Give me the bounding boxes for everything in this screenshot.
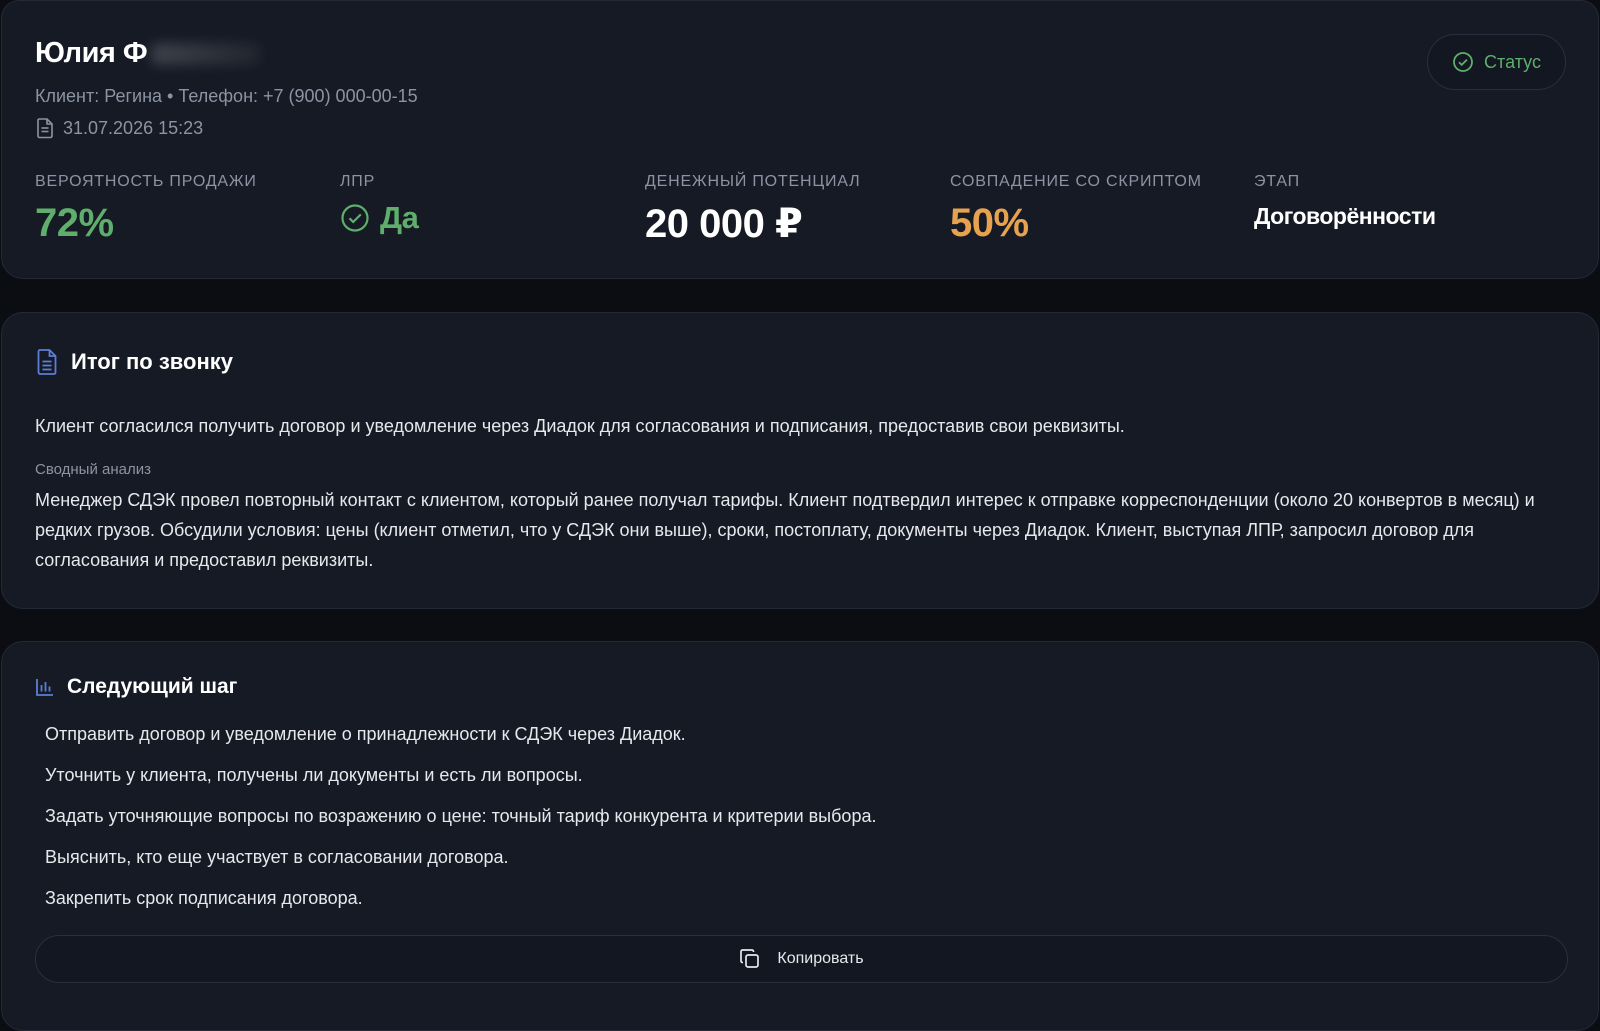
metric-lpr: ЛПР Да bbox=[340, 173, 419, 236]
list-item: Отправить договор и уведомление о принад… bbox=[45, 724, 686, 744]
metric-lpr-value: Да bbox=[340, 200, 419, 236]
redacted-surname bbox=[151, 43, 262, 66]
document-icon bbox=[35, 348, 59, 376]
call-datetime: 31.07.2026 15:23 bbox=[35, 117, 203, 139]
analysis-text: Менеджер СДЭК провел повторный контакт с… bbox=[35, 490, 1535, 570]
copy-button-label: Копировать bbox=[777, 950, 864, 967]
summary-title-text: Итог по звонку bbox=[71, 349, 233, 374]
next-step-card: Следующий шаг Отправить договор и уведом… bbox=[1, 641, 1599, 1031]
check-circle-icon bbox=[1452, 51, 1474, 73]
client-meta: Клиент: Регина • Телефон: +7 (900) 000-0… bbox=[35, 86, 418, 106]
list-item: Задать уточняющие вопросы по возражению … bbox=[45, 806, 877, 826]
call-summary-card: Итог по звонку Клиент согласился получит… bbox=[1, 312, 1599, 609]
next-step-title-text: Следующий шаг bbox=[67, 675, 238, 698]
list-item: Закрепить срок подписания договора. bbox=[45, 888, 363, 908]
metric-probability: Вероятность продажи 72% bbox=[35, 173, 257, 246]
metric-script-match-value: 50% bbox=[950, 201, 1029, 245]
metric-stage-label: Этап bbox=[1254, 173, 1300, 190]
metric-lpr-text: Да bbox=[380, 200, 419, 235]
check-circle-icon bbox=[340, 203, 370, 233]
metric-lpr-label: ЛПР bbox=[340, 173, 376, 190]
client-name: Юлия Ф bbox=[35, 37, 262, 70]
bar-chart-icon bbox=[35, 677, 55, 697]
metric-script-match-label: Совпадение со скриптом bbox=[950, 173, 1202, 190]
copy-button[interactable]: Копировать bbox=[35, 935, 1568, 983]
analysis-label: Сводный анализ bbox=[35, 461, 151, 478]
call-datetime-text: 31.07.2026 15:23 bbox=[63, 117, 204, 138]
summary-title: Итог по звонку bbox=[35, 348, 233, 376]
next-step-title: Следующий шаг bbox=[35, 675, 237, 699]
metric-potential-value: 20 000 ₽ bbox=[645, 202, 803, 246]
metric-stage-value: Договорённости bbox=[1254, 203, 1436, 229]
call-header-card: Юлия Ф Клиент: Регина • Телефон: +7 (900… bbox=[1, 0, 1599, 279]
metric-potential-label: Денежный потенциал bbox=[645, 173, 861, 190]
metric-script-match: Совпадение со скриптом 50% bbox=[950, 173, 1202, 246]
metric-probability-value: 72% bbox=[35, 201, 114, 245]
metric-potential: Денежный потенциал 20 000 ₽ bbox=[645, 173, 860, 247]
copy-icon bbox=[739, 948, 761, 970]
document-icon bbox=[35, 117, 55, 139]
metric-stage: Этап Договорённости bbox=[1254, 173, 1436, 230]
status-button[interactable]: Статус bbox=[1427, 34, 1566, 90]
list-item: Выяснить, кто еще участвует в согласован… bbox=[45, 847, 509, 867]
summary-text: Клиент согласился получить договор и уве… bbox=[35, 416, 1125, 436]
status-button-label: Статус bbox=[1484, 51, 1541, 72]
next-step-list: Отправить договор и уведомление о принад… bbox=[45, 723, 876, 928]
metric-probability-label: Вероятность продажи bbox=[35, 173, 257, 190]
list-item: Уточнить у клиента, получены ли документ… bbox=[45, 765, 583, 785]
